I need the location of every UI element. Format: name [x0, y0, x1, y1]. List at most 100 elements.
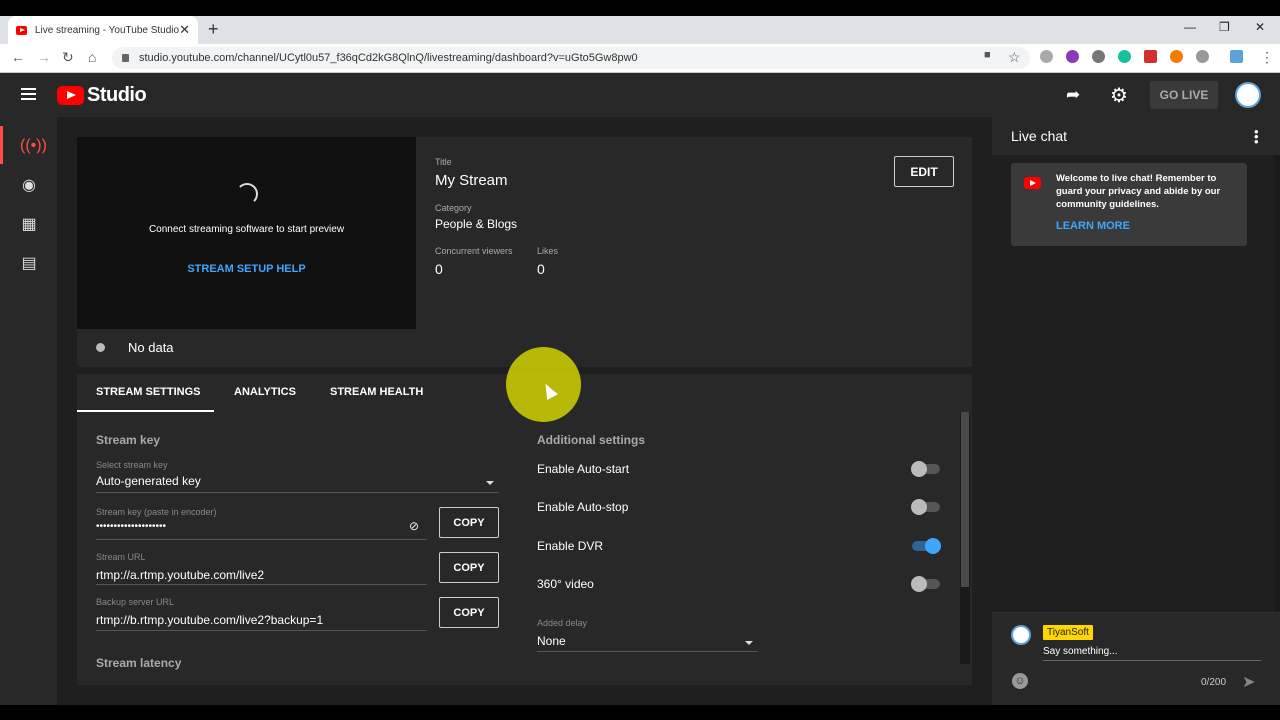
video-preview: Connect streaming software to start prev… [77, 137, 416, 329]
copy-backup-button[interactable]: COPY [439, 597, 499, 628]
close-tab-icon[interactable]: ✕ [179, 22, 190, 38]
extension-red-icon[interactable] [1144, 50, 1157, 63]
studio-header: Studio ➦ ⚙ GO LIVE [0, 73, 1280, 117]
visibility-off-icon[interactable]: ⊘ [409, 519, 424, 533]
stream-url-label: Stream URL [96, 552, 146, 562]
new-tab-icon[interactable]: + [208, 19, 219, 40]
tab-title: Live streaming - YouTube Studio [34, 24, 180, 36]
stream-preview-card: Connect streaming software to start prev… [77, 137, 972, 367]
extension-orange-icon[interactable] [1170, 50, 1183, 63]
360-video-toggle[interactable] [911, 576, 940, 592]
share-icon[interactable]: ➦ [1066, 85, 1080, 105]
chat-title: Live chat [1011, 128, 1068, 144]
chevron-down-icon[interactable] [486, 481, 494, 485]
chat-header: Live chat • • • [992, 117, 1280, 155]
stream-key-field[interactable]: •••••••••••••••••••• [96, 521, 166, 532]
address-bar[interactable]: studio.youtube.com/channel/UCytl0u57_f36… [112, 47, 1030, 69]
stream-setup-help-link[interactable]: STREAM SETUP HELP [77, 263, 416, 275]
select-key-dropdown[interactable]: Auto-generated key [96, 474, 201, 488]
stream-latency-title: Stream latency [96, 656, 182, 670]
welcome-message: Welcome to live chat! Remember to guard … [1011, 163, 1247, 246]
extension-globe-icon[interactable] [1040, 50, 1053, 63]
chat-scrollbar[interactable] [1274, 155, 1280, 612]
browser-tab[interactable]: Live streaming - YouTube Studio ✕ [8, 16, 198, 44]
emoji-icon[interactable]: ☺ [1012, 673, 1028, 689]
viewers-label: Concurrent viewers [435, 246, 513, 256]
copy-url-button[interactable]: COPY [439, 552, 499, 583]
browser-tabstrip: Live streaming - YouTube Studio ✕ + — ❐ … [0, 16, 1280, 44]
send-icon[interactable]: ➤ [1242, 672, 1255, 692]
camera-icon[interactable]: ■ [984, 49, 991, 61]
character-counter: 0/200 [1201, 677, 1227, 688]
go-live-button[interactable]: GO LIVE [1150, 81, 1218, 109]
edit-button[interactable]: EDIT [894, 156, 954, 187]
title-label: Title [435, 157, 452, 167]
more-options-icon[interactable]: • • • [1254, 125, 1259, 148]
additional-settings-title: Additional settings [537, 433, 645, 447]
active-indicator [0, 126, 3, 164]
reload-icon[interactable]: ↻ [62, 49, 74, 66]
category-value: People & Blogs [435, 217, 518, 231]
stream-key-title: Stream key [96, 433, 161, 447]
added-delay-label: Added delay [537, 618, 588, 628]
studio-logo[interactable]: Studio [57, 84, 147, 107]
learn-more-link[interactable]: LEARN MORE [1056, 220, 1130, 232]
minimize-icon[interactable]: — [1184, 20, 1196, 34]
tab-analytics[interactable]: ANALYTICS [234, 386, 296, 398]
avatar[interactable] [1235, 82, 1261, 108]
back-icon[interactable]: ← [11, 49, 25, 65]
history-icon[interactable] [1196, 50, 1209, 63]
logo-text: Studio [87, 84, 147, 106]
auto-stop-toggle[interactable] [911, 499, 940, 515]
viewers-value: 0 [435, 261, 443, 277]
screen: Live streaming - YouTube Studio ✕ + — ❐ … [0, 0, 1280, 720]
live-stream-icon[interactable]: ((•)) [20, 137, 47, 155]
select-underline [96, 492, 499, 493]
toggle-knob [925, 538, 941, 554]
stream-title: My Stream [435, 172, 508, 189]
tab-stream-settings[interactable]: STREAM SETTINGS [96, 386, 201, 398]
settings-scrollbar[interactable] [960, 412, 970, 664]
gear-icon[interactable]: ⚙ [1110, 83, 1128, 108]
extension-camera-icon[interactable] [1092, 50, 1105, 63]
chrome-menu-icon[interactable]: ⋮ [1260, 49, 1274, 66]
grammarly-icon[interactable] [1118, 50, 1131, 63]
home-icon[interactable]: ⌂ [88, 49, 96, 65]
extension-icon[interactable] [1066, 50, 1079, 63]
status-dot-icon [96, 343, 105, 352]
chat-message-input[interactable]: Say something... [1043, 646, 1117, 657]
preview-message: Connect streaming software to start prev… [148, 224, 345, 235]
close-window-icon[interactable]: ✕ [1255, 20, 1265, 34]
chevron-down-icon[interactable] [745, 641, 753, 645]
backup-url-field[interactable]: rtmp://b.rtmp.youtube.com/live2?backup=1 [96, 613, 323, 627]
chat-input-area: TiyanSoft Say something... ☺ 0/200 ➤ [992, 612, 1280, 705]
menu-icon[interactable] [21, 88, 36, 100]
webcam-icon[interactable]: ◉ [20, 175, 38, 194]
chat-username: TiyanSoft [1043, 625, 1093, 640]
toggle-knob [911, 461, 927, 477]
left-nav: ((•)) ◉ ▦ ▤ [0, 117, 57, 705]
auto-stop-label: Enable Auto-stop [537, 500, 629, 514]
avatar [1011, 625, 1031, 645]
restore-icon[interactable]: ❐ [1219, 20, 1230, 34]
key-underline [96, 539, 427, 540]
added-delay-dropdown[interactable]: None [537, 634, 566, 648]
youtube-logo-icon [57, 86, 84, 105]
stream-url-field[interactable]: rtmp://a.rtmp.youtube.com/live2 [96, 568, 264, 582]
select-key-label: Select stream key [96, 460, 168, 470]
category-label: Category [435, 203, 472, 213]
loading-spinner-icon [236, 183, 258, 205]
manage-icon[interactable]: ▤ [20, 253, 38, 272]
chat-input-underline [1043, 660, 1261, 661]
scroll-thumb[interactable] [961, 412, 969, 587]
dvr-toggle[interactable] [912, 538, 941, 554]
bookmark-star-icon[interactable]: ☆ [1008, 49, 1021, 66]
forward-icon[interactable]: → [37, 49, 51, 65]
profile-icon[interactable] [1230, 50, 1243, 63]
tab-stream-health[interactable]: STREAM HEALTH [330, 386, 423, 398]
copy-key-button[interactable]: COPY [439, 507, 499, 538]
backup-url-label: Backup server URL [96, 597, 175, 607]
auto-start-toggle[interactable] [911, 461, 940, 477]
stream-key-label: Stream key (paste in encoder) [96, 507, 217, 517]
calendar-icon[interactable]: ▦ [20, 214, 38, 233]
